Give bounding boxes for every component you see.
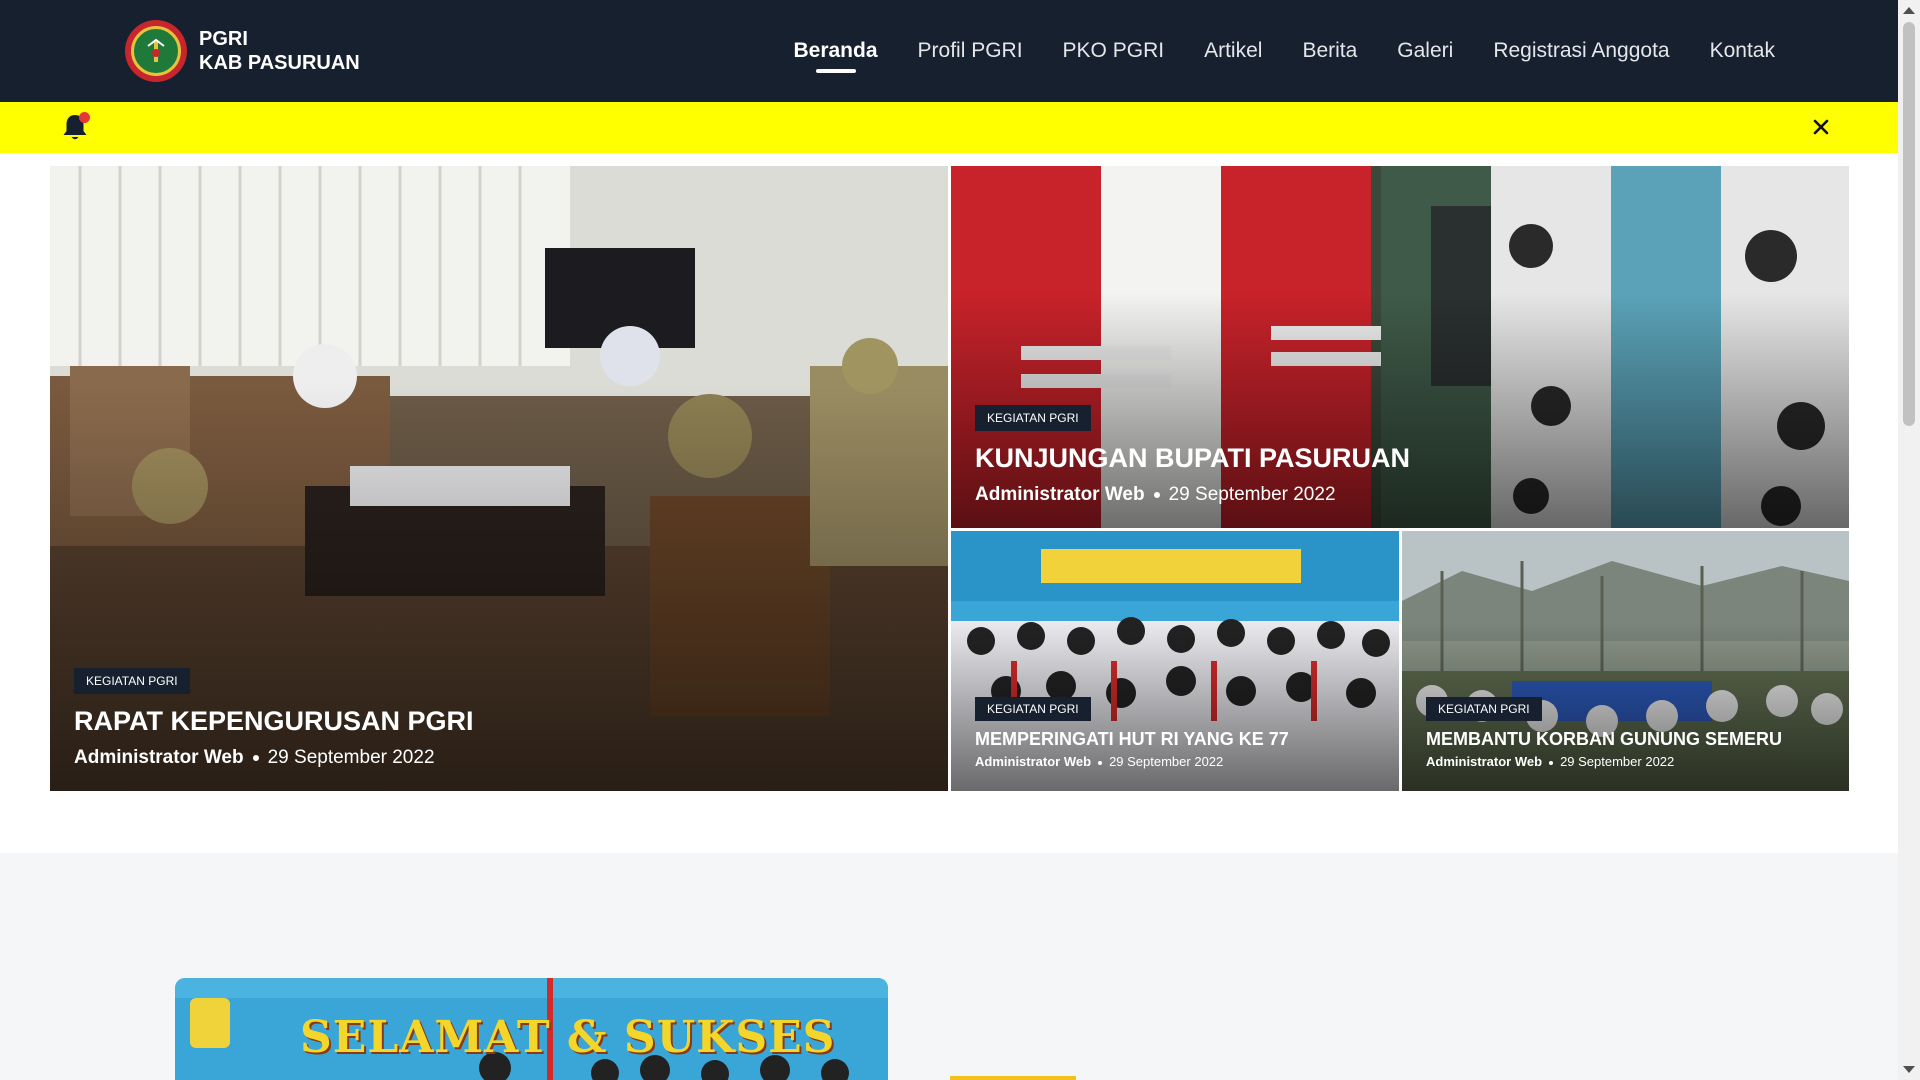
hero-card-bottom-right[interactable]: KEGIATAN PGRI MEMBANTU KORBAN GUNUNG SEM… [1402, 531, 1849, 791]
category-badge[interactable]: KEGIATAN PGRI [975, 405, 1091, 431]
card-title[interactable]: RAPAT KEPENGURUSAN PGRI [74, 706, 474, 737]
nav-item-berita[interactable]: Berita [1302, 39, 1357, 63]
nav-item-galeri[interactable]: Galeri [1397, 39, 1453, 63]
notification-dot [79, 112, 90, 123]
site-name-line1: PGRI [199, 28, 248, 50]
card-caption: KEGIATAN PGRI RAPAT KEPENGURUSAN PGRI Ad… [74, 668, 474, 769]
card-author[interactable]: Administrator Web [975, 484, 1145, 505]
site-name: PGRI KAB PASURUAN [199, 27, 360, 75]
hero-card-top[interactable]: KEGIATAN PGRI KUNJUNGAN BUPATI PASURUAN … [951, 166, 1849, 528]
about-image: SELAMAT & SUKSES [175, 978, 888, 1080]
nav-item-artikel[interactable]: Artikel [1204, 39, 1262, 63]
card-caption: KEGIATAN PGRI MEMPERINGATI HUT RI YANG K… [975, 697, 1289, 769]
nav-item-profil-pgri[interactable]: Profil PGRI [918, 39, 1023, 63]
card-date: 29 September 2022 [1560, 754, 1675, 769]
card-author[interactable]: Administrator Web [74, 747, 244, 768]
card-date: 29 September 2022 [1168, 484, 1336, 505]
scroll-down-icon[interactable] [1903, 1066, 1915, 1073]
separator-dot [1153, 491, 1160, 498]
card-author[interactable]: Administrator Web [1426, 754, 1542, 769]
announcement-bar [0, 102, 1898, 153]
hero-card-bottom-left[interactable]: KEGIATAN PGRI MEMPERINGATI HUT RI YANG K… [951, 531, 1399, 791]
nav-item-registrasi-anggota[interactable]: Registrasi Anggota [1493, 39, 1669, 63]
bell-icon[interactable] [62, 112, 90, 142]
section-accent-bar [950, 1076, 1076, 1080]
card-meta: Administrator Web 29 September 2022 [74, 747, 474, 769]
main-nav: Beranda Profil PGRI PKO PGRI Artikel Ber… [753, 0, 1775, 102]
category-badge[interactable]: KEGIATAN PGRI [74, 668, 190, 694]
card-author[interactable]: Administrator Web [975, 754, 1091, 769]
site-header: PGRI KAB PASURUAN Beranda Profil PGRI PK… [0, 0, 1898, 102]
card-title[interactable]: MEMPERINGATI HUT RI YANG KE 77 [975, 729, 1289, 750]
card-meta: Administrator Web 29 September 2022 [975, 754, 1289, 769]
site-name-line2: KAB PASURUAN [199, 52, 360, 74]
separator-dot [252, 754, 259, 761]
card-title[interactable]: KUNJUNGAN BUPATI PASURUAN [975, 443, 1410, 474]
card-date: 29 September 2022 [1109, 754, 1224, 769]
scroll-thumb[interactable] [1903, 22, 1915, 426]
category-badge[interactable]: KEGIATAN PGRI [1426, 697, 1542, 721]
card-meta: Administrator Web 29 September 2022 [975, 484, 1410, 506]
nav-item-kontak[interactable]: Kontak [1710, 39, 1775, 63]
hero-card-main[interactable]: KEGIATAN PGRI RAPAT KEPENGURUSAN PGRI Ad… [50, 166, 948, 791]
card-meta: Administrator Web 29 September 2022 [1426, 754, 1782, 769]
about-image-banner-text: SELAMAT & SUKSES [300, 1012, 836, 1063]
nav-item-beranda[interactable]: Beranda [793, 39, 878, 73]
site-logo[interactable]: PGRI KAB PASURUAN [125, 20, 360, 82]
card-caption: KEGIATAN PGRI KUNJUNGAN BUPATI PASURUAN … [975, 405, 1410, 506]
separator-dot [1098, 760, 1103, 765]
scroll-up-icon[interactable] [1903, 7, 1915, 14]
card-title[interactable]: MEMBANTU KORBAN GUNUNG SEMERU [1426, 729, 1782, 750]
page-scrollbar[interactable] [1898, 0, 1920, 1080]
close-icon[interactable] [1806, 112, 1836, 142]
card-date: 29 September 2022 [267, 747, 435, 768]
pgri-emblem-icon [125, 20, 187, 82]
card-caption: KEGIATAN PGRI MEMBANTU KORBAN GUNUNG SEM… [1426, 697, 1782, 769]
category-badge[interactable]: KEGIATAN PGRI [975, 697, 1091, 721]
separator-dot [1549, 760, 1554, 765]
nav-item-pko-pgri[interactable]: PKO PGRI [1063, 39, 1165, 63]
